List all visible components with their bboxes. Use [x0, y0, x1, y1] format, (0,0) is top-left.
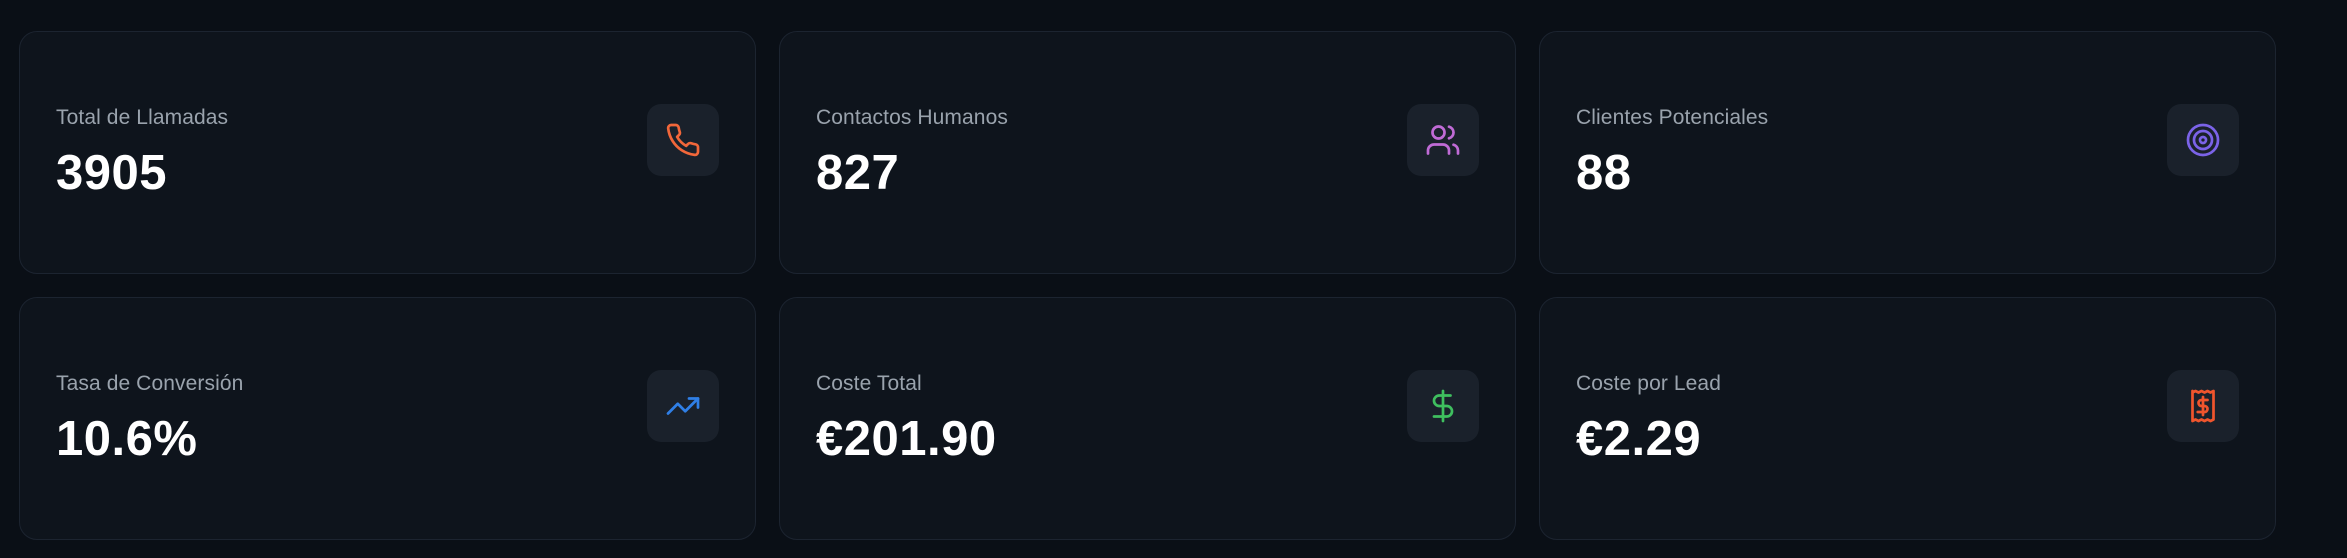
- stat-label: Tasa de Conversión: [56, 372, 244, 395]
- stat-card-potential-clients: Clientes Potenciales 88: [1539, 31, 2276, 274]
- trending-up-icon: [647, 370, 719, 442]
- phone-icon: [647, 104, 719, 176]
- stat-card-conversion-rate: Tasa de Conversión 10.6%: [19, 297, 756, 540]
- target-icon: [2167, 104, 2239, 176]
- stat-value: 3905: [56, 146, 168, 200]
- stat-card-total-calls: Total de Llamadas 3905: [19, 31, 756, 274]
- stat-value: 10.6%: [56, 412, 198, 466]
- stat-label: Clientes Potenciales: [1576, 106, 1769, 129]
- dollar-sign-icon: [1407, 370, 1479, 442]
- stat-card-cost-per-lead: Coste por Lead €2.29: [1539, 297, 2276, 540]
- stat-card-total-cost: Coste Total €201.90: [779, 297, 1516, 540]
- stat-value: €2.29: [1576, 412, 1702, 466]
- stat-value: 827: [816, 146, 900, 200]
- receipt-icon: [2167, 370, 2239, 442]
- stat-label: Coste por Lead: [1576, 372, 1721, 395]
- stats-grid: Total de Llamadas 3905 Contactos Humanos…: [19, 31, 2276, 540]
- stat-label: Total de Llamadas: [56, 106, 229, 129]
- stat-label: Coste Total: [816, 372, 922, 395]
- stat-value: €201.90: [816, 412, 997, 466]
- users-icon: [1407, 104, 1479, 176]
- stat-card-human-contacts: Contactos Humanos 827: [779, 31, 1516, 274]
- stat-label: Contactos Humanos: [816, 106, 1008, 129]
- stat-value: 88: [1576, 146, 1632, 200]
